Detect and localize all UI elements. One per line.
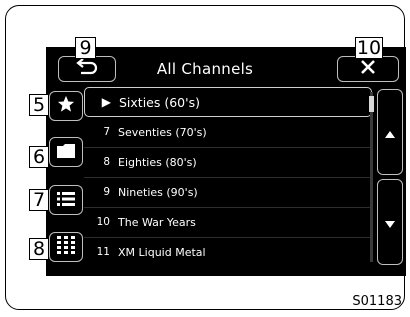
channel-number: 9 (103, 186, 110, 198)
scrollbar-thumb[interactable] (369, 96, 374, 112)
callout-label: 5 (29, 94, 49, 116)
callout-label: 7 (29, 189, 49, 211)
callout-label: 6 (29, 146, 49, 168)
channel-row[interactable]: 8 Eighties (80's) (84, 147, 372, 177)
close-icon (360, 59, 376, 79)
star-icon (57, 95, 75, 117)
triangle-up-icon (385, 123, 395, 142)
back-button[interactable] (58, 56, 116, 82)
triangle-down-icon (385, 213, 395, 232)
channel-row[interactable]: 9 Nineties (90's) (84, 177, 372, 207)
channel-name: Eighties (80's) (118, 155, 197, 169)
channel-number: 7 (103, 126, 110, 138)
favorites-button[interactable] (49, 91, 83, 121)
back-arrow-icon (75, 58, 99, 79)
channel-row[interactable]: 11 XM Liquid Metal (84, 237, 372, 267)
folder-icon (57, 143, 75, 162)
folder-button[interactable] (49, 137, 83, 167)
page-title: All Channels (156, 60, 254, 78)
scroll-up-button[interactable] (377, 89, 403, 175)
channel-list[interactable]: ▶ Sixties (60's) 7 Seventies (70's) 8 Ei… (84, 87, 372, 267)
channel-number: ▶ (101, 95, 111, 109)
channel-number: 8 (103, 156, 110, 168)
callout-label: 9 (75, 37, 96, 59)
channel-row[interactable]: 10 The War Years (84, 207, 372, 237)
channel-number: 11 (96, 246, 110, 258)
scrollbar-track[interactable] (370, 92, 373, 262)
keypad-icon (57, 236, 75, 258)
channel-name: Nineties (90's) (118, 185, 198, 199)
channel-name: XM Liquid Metal (118, 245, 206, 259)
channel-name: Seventies (70's) (118, 125, 207, 139)
channel-name: The War Years (118, 215, 196, 229)
channel-row[interactable]: ▶ Sixties (60's) (84, 87, 372, 117)
callout-label: 8 (29, 238, 49, 260)
list-button[interactable] (49, 185, 83, 215)
keypad-button[interactable] (49, 232, 83, 262)
close-button[interactable] (337, 56, 399, 82)
scroll-down-button[interactable] (377, 179, 403, 265)
list-icon (57, 191, 75, 210)
channel-name: Sixties (60's) (119, 94, 200, 110)
channel-number: 10 (96, 216, 110, 228)
channel-row[interactable]: 7 Seventies (70's) (84, 117, 372, 147)
callout-label: 10 (355, 36, 383, 59)
figure-code: S01183 (352, 294, 402, 309)
